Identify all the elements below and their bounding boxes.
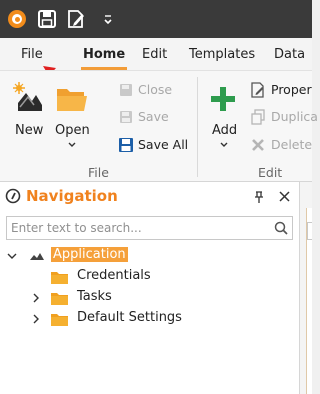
close-button[interactable]: Close: [116, 81, 186, 99]
edit-document-icon[interactable]: [66, 9, 86, 29]
expand-chevron-icon[interactable]: [32, 314, 40, 324]
delete-x-icon: [252, 139, 264, 151]
edit-group-label: Edit: [258, 165, 283, 180]
close-panel-icon[interactable]: [278, 190, 291, 203]
save-all-icon: [119, 138, 133, 152]
properties-label: Proper: [271, 82, 312, 97]
close-label: Close: [138, 82, 173, 97]
ribbon: New Open Close Save Save All File Add Pr…: [0, 70, 318, 182]
save-label: Save: [138, 109, 169, 124]
search-input[interactable]: [7, 217, 247, 239]
navigation-panel: Navigation Application Credentials: [0, 182, 300, 394]
title-bar: [0, 0, 312, 38]
save-all-label: Save All: [138, 137, 189, 152]
tree-item-label: Credentials: [77, 268, 151, 283]
quick-access-dropdown-icon[interactable]: [98, 10, 118, 30]
folder-icon: [51, 293, 68, 305]
add-label: Add: [212, 123, 238, 138]
close-file-icon: [120, 84, 132, 96]
tree-item-credentials[interactable]: Credentials: [0, 267, 300, 288]
collapse-chevron-icon[interactable]: [7, 251, 17, 261]
app-logo-icon[interactable]: [8, 10, 26, 28]
add-dropdown-chevron-icon[interactable]: [219, 141, 229, 149]
file-group-label: File: [88, 165, 109, 180]
new-button[interactable]: New: [8, 77, 48, 147]
tab-data[interactable]: Data: [274, 38, 305, 70]
tree-item-default-settings[interactable]: Default Settings: [0, 309, 300, 330]
new-label: New: [15, 123, 44, 138]
duplicate-icon: [251, 109, 265, 125]
tab-templates-label: Templates: [189, 47, 256, 62]
document-area-field: [307, 222, 312, 240]
application-icon: [30, 253, 44, 260]
tab-data-label: Data: [274, 47, 306, 62]
pin-icon[interactable]: [252, 190, 266, 204]
search-icon[interactable]: [270, 217, 292, 239]
delete-button[interactable]: Delete: [249, 136, 312, 154]
properties-icon: [251, 82, 264, 98]
compass-icon: [5, 188, 21, 204]
duplicate-label: Duplica: [271, 109, 318, 124]
open-button[interactable]: Open: [52, 77, 92, 157]
tree-root-row[interactable]: Application: [0, 246, 300, 267]
navigation-search: [6, 216, 293, 240]
save-all-button[interactable]: Save All: [116, 136, 192, 154]
delete-label: Delete: [271, 137, 313, 152]
tab-home[interactable]: Home: [81, 38, 128, 70]
folder-icon: [51, 314, 68, 326]
tab-edit[interactable]: Edit: [142, 38, 167, 70]
new-document-icon: [13, 82, 42, 111]
tab-file-label: File: [21, 47, 43, 62]
save-file-icon: [120, 111, 132, 123]
save-icon[interactable]: [37, 9, 57, 29]
tab-home-label: Home: [83, 47, 126, 62]
open-folder-icon: [57, 89, 87, 111]
tab-edit-label: Edit: [142, 47, 168, 62]
main-area-edge: [300, 182, 312, 394]
tree-item-tasks[interactable]: Tasks: [0, 288, 300, 309]
add-button[interactable]: Add: [204, 79, 244, 157]
navigation-title: Navigation: [26, 187, 118, 205]
folder-icon: [51, 272, 68, 284]
tree-item-label: Default Settings: [77, 310, 182, 325]
save-button[interactable]: Save: [116, 108, 186, 126]
properties-button[interactable]: Proper: [249, 81, 312, 99]
duplicate-button[interactable]: Duplica: [249, 108, 318, 126]
expand-chevron-icon[interactable]: [32, 293, 40, 303]
tab-templates[interactable]: Templates: [189, 38, 255, 70]
ribbon-group-separator: [197, 77, 198, 177]
tree-root-label[interactable]: Application: [51, 247, 128, 262]
open-label: Open: [55, 123, 90, 138]
open-dropdown-chevron-icon[interactable]: [67, 141, 77, 149]
add-plus-icon: [211, 87, 235, 111]
tree-item-label: Tasks: [77, 289, 112, 304]
